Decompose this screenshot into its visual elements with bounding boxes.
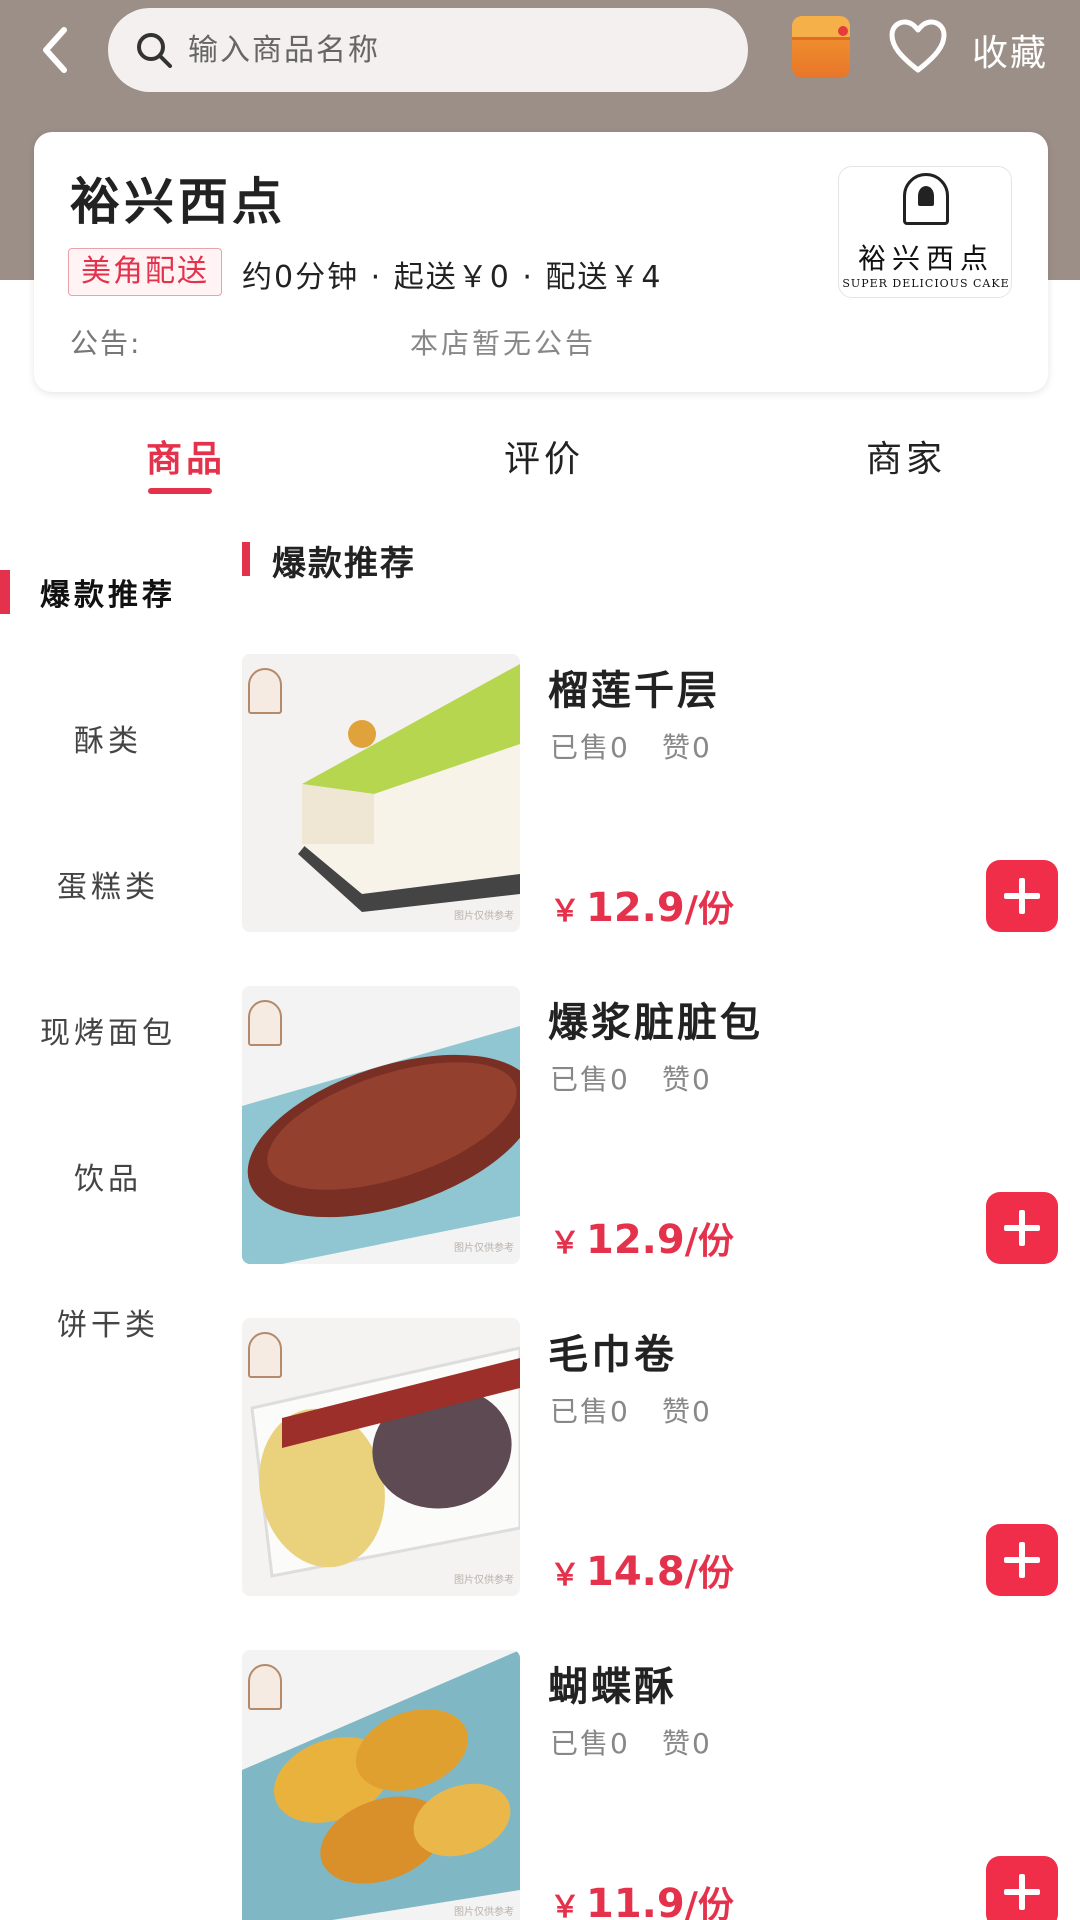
shop-info-card: 裕兴西点 美角配送 约0分钟 · 起送￥0 · 配送￥4 公告: 本店暂无公告 … bbox=[34, 132, 1048, 392]
sidebar-item-pastry[interactable]: 酥类 bbox=[0, 716, 216, 760]
product-sold: 已售0 bbox=[550, 1395, 630, 1428]
product-item[interactable]: 图片仅供参考 爆浆脏脏包 已售0 赞0 ￥ 12.9/份 bbox=[242, 986, 1080, 1286]
product-sold: 已售0 bbox=[550, 1063, 630, 1096]
section-indicator bbox=[242, 542, 250, 576]
product-image[interactable]: 图片仅供参考 bbox=[242, 1650, 520, 1920]
shop-page: 收藏 裕兴西点 美角配送 约0分钟 · 起送￥0 · 配送￥4 公告: 本店暂无… bbox=[0, 0, 1080, 1920]
sidebar-item-biscuits[interactable]: 饼干类 bbox=[0, 1300, 216, 1344]
tab-merchant[interactable]: 商家 bbox=[866, 430, 946, 482]
product-name: 爆浆脏脏包 bbox=[548, 1000, 763, 1046]
sidebar-item-cake[interactable]: 蛋糕类 bbox=[0, 862, 216, 906]
product-name: 蝴蝶酥 bbox=[548, 1664, 677, 1710]
product-likes: 赞0 bbox=[662, 1063, 712, 1096]
product-name: 毛巾卷 bbox=[548, 1332, 677, 1378]
red-packet-icon[interactable] bbox=[792, 16, 850, 78]
product-item[interactable]: 图片仅供参考 毛巾卷 已售0 赞0 ￥ 14.8/份 bbox=[242, 1318, 1080, 1618]
section-title: 爆款推荐 bbox=[272, 544, 416, 584]
notice-text: 本店暂无公告 bbox=[410, 327, 597, 360]
tab-reviews[interactable]: 评价 bbox=[504, 430, 584, 482]
product-sold: 已售0 bbox=[550, 1727, 630, 1760]
heart-icon[interactable] bbox=[888, 18, 948, 74]
delivery-tag: 美角配送 bbox=[68, 248, 222, 296]
shop-name: 裕兴西点 bbox=[70, 173, 286, 231]
search-input[interactable] bbox=[188, 32, 728, 68]
search-icon bbox=[137, 33, 172, 68]
product-name: 榴莲千层 bbox=[548, 668, 720, 714]
search-bar[interactable] bbox=[108, 8, 748, 92]
back-icon[interactable] bbox=[36, 22, 76, 78]
product-likes: 赞0 bbox=[662, 1727, 712, 1760]
product-image[interactable]: 图片仅供参考 bbox=[242, 986, 520, 1264]
add-to-cart-button[interactable] bbox=[986, 1192, 1058, 1264]
notice-label: 公告: bbox=[70, 327, 142, 360]
tab-active-indicator bbox=[148, 488, 212, 494]
favorite-label[interactable]: 收藏 bbox=[972, 24, 1048, 76]
product-image[interactable]: 图片仅供参考 bbox=[242, 654, 520, 932]
logo-subtext: SUPER DELICIOUS CAKE bbox=[842, 277, 1010, 290]
sidebar-item-bread[interactable]: 现烤面包 bbox=[0, 1008, 216, 1052]
product-price: ￥ 11.9/份 bbox=[550, 1881, 734, 1920]
logo-emblem-icon bbox=[903, 173, 949, 225]
product-likes: 赞0 bbox=[662, 1395, 712, 1428]
tab-goods[interactable]: 商品 bbox=[146, 430, 226, 482]
add-to-cart-button[interactable] bbox=[986, 1524, 1058, 1596]
product-sold: 已售0 bbox=[550, 731, 630, 764]
product-item[interactable]: 图片仅供参考 榴莲千层 已售0 赞0 ￥ 12.9/份 bbox=[242, 654, 1080, 954]
product-price: ￥ 14.8/份 bbox=[550, 1549, 734, 1595]
product-price: ￥ 12.9/份 bbox=[550, 1217, 734, 1263]
product-item[interactable]: 图片仅供参考 蝴蝶酥 已售0 赞0 ￥ 11.9/份 bbox=[242, 1650, 1080, 1920]
sidebar-item-hot[interactable]: 爆款推荐 bbox=[0, 570, 216, 614]
product-image[interactable]: 图片仅供参考 bbox=[242, 1318, 520, 1596]
delivery-info: 约0分钟 · 起送￥0 · 配送￥4 bbox=[242, 260, 663, 295]
logo-text: 裕兴西点 bbox=[857, 242, 994, 275]
sidebar-item-drinks[interactable]: 饮品 bbox=[0, 1154, 216, 1198]
add-to-cart-button[interactable] bbox=[986, 860, 1058, 932]
product-price: ￥ 12.9/份 bbox=[550, 885, 734, 931]
product-likes: 赞0 bbox=[662, 731, 712, 764]
shop-logo: 裕兴西点 SUPER DELICIOUS CAKE bbox=[838, 166, 1012, 298]
add-to-cart-button[interactable] bbox=[986, 1856, 1058, 1920]
